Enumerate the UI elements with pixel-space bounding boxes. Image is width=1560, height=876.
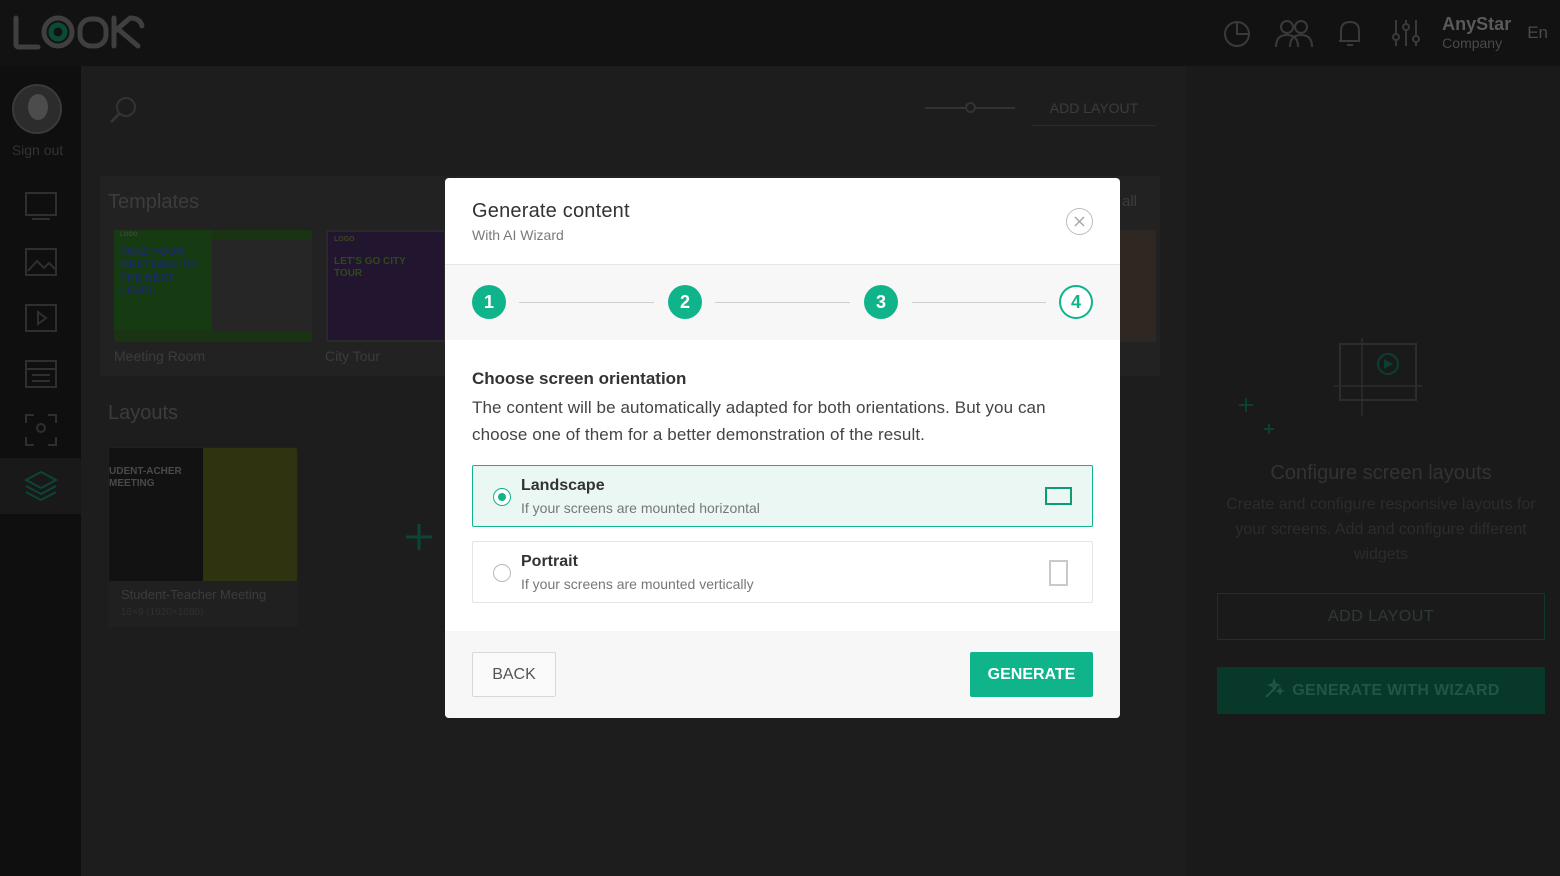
step-3[interactable]: 3 [864, 285, 898, 319]
generate-button[interactable]: GENERATE [970, 652, 1093, 697]
sliders-icon[interactable] [1378, 17, 1434, 49]
layers-icon[interactable] [0, 458, 81, 514]
back-button[interactable]: BACK [472, 652, 556, 697]
right-panel-description: Create and configure responsive layouts … [1226, 496, 1536, 563]
modal-title: Generate content [472, 200, 630, 222]
sign-out-link[interactable]: Sign out [0, 142, 75, 158]
template-name: City Tour [325, 348, 380, 364]
layout-name: Student-Teacher Meeting [121, 587, 267, 602]
section-description: The content will be automatically adapte… [472, 398, 1046, 444]
bell-icon[interactable] [1322, 17, 1378, 49]
layout-thumbnail: UDENT-ACHER MEETING [109, 448, 297, 581]
template-name: Meeting Room [114, 348, 206, 364]
see-all-link[interactable]: all [1122, 193, 1137, 210]
close-button[interactable] [1066, 208, 1093, 235]
portrait-icon [1049, 560, 1068, 591]
avatar[interactable] [12, 84, 62, 134]
wizard-stepper: 1 2 3 4 [445, 265, 1120, 340]
step-1[interactable]: 1 [472, 285, 506, 319]
add-layout-top-button[interactable]: ADD LAYOUT [1032, 90, 1156, 126]
step-connector [519, 302, 654, 303]
generate-with-wizard-label: GENERATE WITH WIZARD [1292, 681, 1500, 699]
templates-title: Templates [108, 191, 200, 213]
analytics-icon[interactable] [1210, 17, 1266, 49]
search-icon[interactable] [108, 95, 140, 132]
template-headline: TAKE YOUR MEETINGS TO THE NEXT LEVEL [120, 246, 196, 297]
option-description: If your screens are mounted vertically [521, 576, 754, 592]
orientation-section: Choose screen orientation The content wi… [472, 368, 1094, 448]
schedule-icon[interactable] [0, 346, 81, 402]
user-name: AnyStar [1442, 13, 1512, 34]
language-selector[interactable]: En [1527, 23, 1548, 43]
template-logo: LOGO [334, 236, 355, 243]
landscape-option[interactable]: Landscape If your screens are mounted ho… [472, 465, 1093, 527]
screens-icon[interactable] [0, 178, 81, 234]
step-2[interactable]: 2 [668, 285, 702, 319]
option-description: If your screens are mounted horizontal [521, 500, 760, 516]
add-layout-plus-icon[interactable] [404, 522, 434, 557]
top-bar: AnyStar Company En [0, 0, 1560, 66]
template-thumbnail[interactable] [1120, 230, 1156, 342]
user-company: Company [1442, 35, 1503, 52]
media-icon[interactable] [0, 290, 81, 346]
landscape-radio[interactable] [493, 488, 511, 506]
generate-content-modal: Generate content With AI Wizard 1 2 3 4 … [445, 178, 1120, 718]
right-panel-title: Configure screen layouts [1270, 462, 1492, 484]
layout-card[interactable]: UDENT-ACHER MEETING Student-Teacher Meet… [108, 447, 298, 627]
modal-header: Generate content With AI Wizard [445, 178, 1120, 265]
option-label: Portrait [521, 553, 578, 570]
template-meeting-room[interactable]: LOGO TAKE YOUR MEETINGS TO THE NEXT LEVE… [114, 230, 312, 342]
step-connector [912, 302, 1046, 303]
section-title: Choose screen orientation [472, 369, 687, 388]
user-menu[interactable]: AnyStar Company [1442, 14, 1511, 52]
magic-wand-icon [1262, 677, 1285, 704]
layout-meta: 16×9 (1920×1080) [121, 607, 204, 618]
portrait-radio[interactable] [493, 564, 511, 582]
option-label: Landscape [521, 477, 605, 494]
scan-icon[interactable] [0, 402, 81, 458]
add-layout-button[interactable]: ADD LAYOUT [1217, 593, 1545, 640]
layout-illustration [1236, 316, 1446, 441]
template-headline: LET'S GO CITY TOUR [334, 256, 406, 279]
zoom-slider[interactable] [925, 102, 1015, 113]
users-icon[interactable] [1266, 17, 1322, 49]
step-connector [715, 302, 850, 303]
modal-footer: BACK GENERATE [445, 631, 1120, 718]
look-logo[interactable] [12, 14, 146, 55]
images-icon[interactable] [0, 234, 81, 290]
modal-subtitle: With AI Wizard [472, 227, 564, 243]
close-icon [1074, 216, 1085, 227]
template-logo: LOGO [120, 232, 138, 238]
layout-headline: UDENT-ACHER MEETING [109, 466, 182, 489]
step-4[interactable]: 4 [1059, 285, 1093, 319]
template-city-tour[interactable]: LOGO LET'S GO CITY TOUR [326, 230, 446, 342]
portrait-option[interactable]: Portrait If your screens are mounted ver… [472, 541, 1093, 603]
generate-with-wizard-button[interactable]: GENERATE WITH WIZARD [1217, 667, 1545, 714]
layouts-title: Layouts [108, 402, 179, 424]
landscape-icon [1045, 487, 1072, 510]
